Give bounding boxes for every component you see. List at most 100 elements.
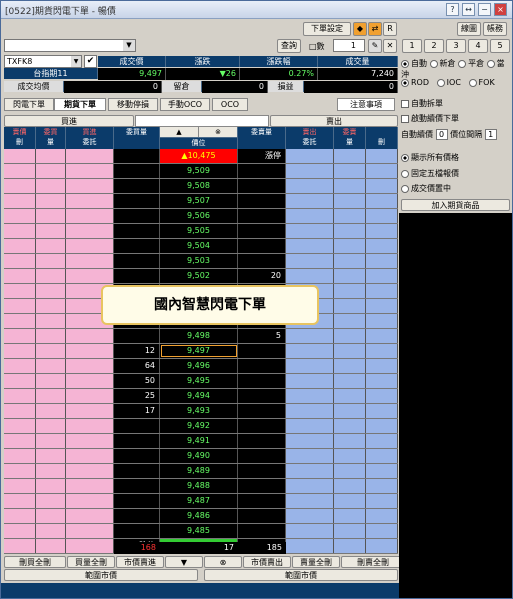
sell-order-cell[interactable] [286, 524, 334, 538]
qty-buy-cell[interactable] [36, 269, 66, 283]
del-buy-cell[interactable] [4, 284, 36, 298]
buy-vol-cell[interactable] [114, 329, 160, 343]
qty-sell-cell[interactable] [334, 344, 366, 358]
sell-order-cell[interactable] [286, 389, 334, 403]
sell-order-cell[interactable] [286, 179, 334, 193]
bottom-action-6[interactable]: 賣量全刪 [292, 556, 340, 568]
sell-vol-cell[interactable]: 漲停 [238, 149, 286, 163]
price-cell[interactable]: 9,486 [160, 509, 238, 523]
bottom-action-0[interactable]: 刪買全刪 [4, 556, 66, 568]
qty-buy-cell[interactable] [36, 509, 66, 523]
qty-sell-cell[interactable] [334, 449, 366, 463]
buy-button[interactable]: 買進 [4, 115, 134, 127]
del-buy-cell[interactable] [4, 209, 36, 223]
del-buy-cell[interactable] [4, 164, 36, 178]
del-sell-cell[interactable] [366, 464, 398, 478]
tab-manual-oco[interactable]: 手動OCO [160, 98, 210, 111]
buy-vol-cell[interactable]: 12 [114, 344, 160, 358]
buy-order-cell[interactable] [66, 209, 114, 223]
radio-fok[interactable] [468, 78, 477, 87]
buy-vol-cell[interactable] [114, 179, 160, 193]
qty-sell-cell[interactable] [334, 209, 366, 223]
qty-sell-cell[interactable] [334, 299, 366, 313]
price-cell[interactable]: 9,488 [160, 479, 238, 493]
sell-vol-cell[interactable] [238, 224, 286, 238]
sell-order-cell[interactable] [286, 404, 334, 418]
sell-order-cell[interactable] [286, 434, 334, 448]
sell-order-cell[interactable] [286, 269, 334, 283]
del-sell-cell[interactable] [366, 254, 398, 268]
sell-order-cell[interactable] [286, 359, 334, 373]
price-cell[interactable]: 9,489 [160, 464, 238, 478]
buy-vol-cell[interactable] [114, 224, 160, 238]
sell-order-cell[interactable] [286, 254, 334, 268]
radio-rod[interactable] [401, 78, 409, 87]
qty-sell-cell[interactable] [334, 239, 366, 253]
qty-buy-cell[interactable] [36, 434, 66, 448]
del-sell-cell[interactable] [366, 224, 398, 238]
del-buy-cell[interactable] [4, 329, 36, 343]
r-button[interactable]: R [383, 22, 397, 36]
tab-flash-order[interactable]: 閃電下單 [4, 98, 54, 111]
buy-vol-cell[interactable] [114, 524, 160, 538]
minimize-icon[interactable]: − [478, 3, 491, 16]
del-sell-cell[interactable] [366, 164, 398, 178]
qty-buy-cell[interactable] [36, 284, 66, 298]
qty-buy-cell[interactable] [36, 449, 66, 463]
query-button[interactable]: 查詢 [277, 39, 301, 53]
buy-order-cell[interactable] [66, 179, 114, 193]
qty-sell-cell[interactable] [334, 524, 366, 538]
price-cell[interactable]: 9,487 [160, 494, 238, 508]
del-buy-cell[interactable] [4, 344, 36, 358]
bottom-action-3[interactable]: ▼ [165, 556, 203, 568]
buy-vol-cell[interactable]: 17 [114, 404, 160, 418]
del-sell-cell[interactable] [366, 389, 398, 403]
del-buy-cell[interactable] [4, 434, 36, 448]
sell-vol-cell[interactable] [238, 239, 286, 253]
sell-order-cell[interactable] [286, 464, 334, 478]
price-cell[interactable]: 9,504 [160, 239, 238, 253]
qty-buy-cell[interactable] [36, 224, 66, 238]
qty-buy-cell[interactable] [36, 359, 66, 373]
qty-buy-cell[interactable] [36, 179, 66, 193]
bottom-action-5[interactable]: 市價賣出 [243, 556, 291, 568]
bottom-action-4[interactable]: ⊗ [204, 556, 242, 568]
radio-show-all[interactable] [401, 153, 409, 162]
qty-buy-cell[interactable] [36, 374, 66, 388]
qty-sell-cell[interactable] [334, 389, 366, 403]
range-market-buy[interactable]: 範圍市價 [4, 569, 198, 581]
del-sell-cell[interactable] [366, 284, 398, 298]
bottom-action-7[interactable]: 刪賣全刪 [341, 556, 405, 568]
close-icon[interactable]: × [494, 3, 507, 16]
sell-order-cell[interactable] [286, 224, 334, 238]
scroll-up-button[interactable]: ▲ [160, 127, 198, 137]
buy-order-cell[interactable] [66, 404, 114, 418]
buy-order-cell[interactable] [66, 479, 114, 493]
del-sell-cell[interactable] [366, 194, 398, 208]
price-cell[interactable]: 9,498 [160, 329, 238, 343]
buy-order-cell[interactable] [66, 149, 114, 163]
buy-vol-cell[interactable] [114, 434, 160, 448]
buy-order-cell[interactable] [66, 464, 114, 478]
price-cell[interactable]: 9,490 [160, 449, 238, 463]
qty-sell-cell[interactable] [334, 254, 366, 268]
del-sell-cell[interactable] [366, 344, 398, 358]
qty-buy-cell[interactable] [36, 464, 66, 478]
del-buy-cell[interactable] [4, 299, 36, 313]
del-buy-cell[interactable] [4, 239, 36, 253]
account-select[interactable]: ▼ [4, 39, 136, 52]
sell-vol-cell[interactable] [238, 509, 286, 523]
buy-order-cell[interactable] [66, 329, 114, 343]
buy-order-cell[interactable] [66, 434, 114, 448]
del-sell-cell[interactable] [366, 149, 398, 163]
sell-vol-cell[interactable] [238, 434, 286, 448]
buy-vol-cell[interactable]: 25 [114, 389, 160, 403]
qty-sell-cell[interactable] [334, 404, 366, 418]
del-sell-cell[interactable] [366, 509, 398, 523]
num-tab-1[interactable]: 1 [402, 39, 422, 53]
help-icon[interactable]: ? [446, 3, 459, 16]
del-buy-cell[interactable] [4, 524, 36, 538]
sell-order-cell[interactable] [286, 479, 334, 493]
qty-sell-cell[interactable] [334, 374, 366, 388]
sell-order-cell[interactable] [286, 494, 334, 508]
